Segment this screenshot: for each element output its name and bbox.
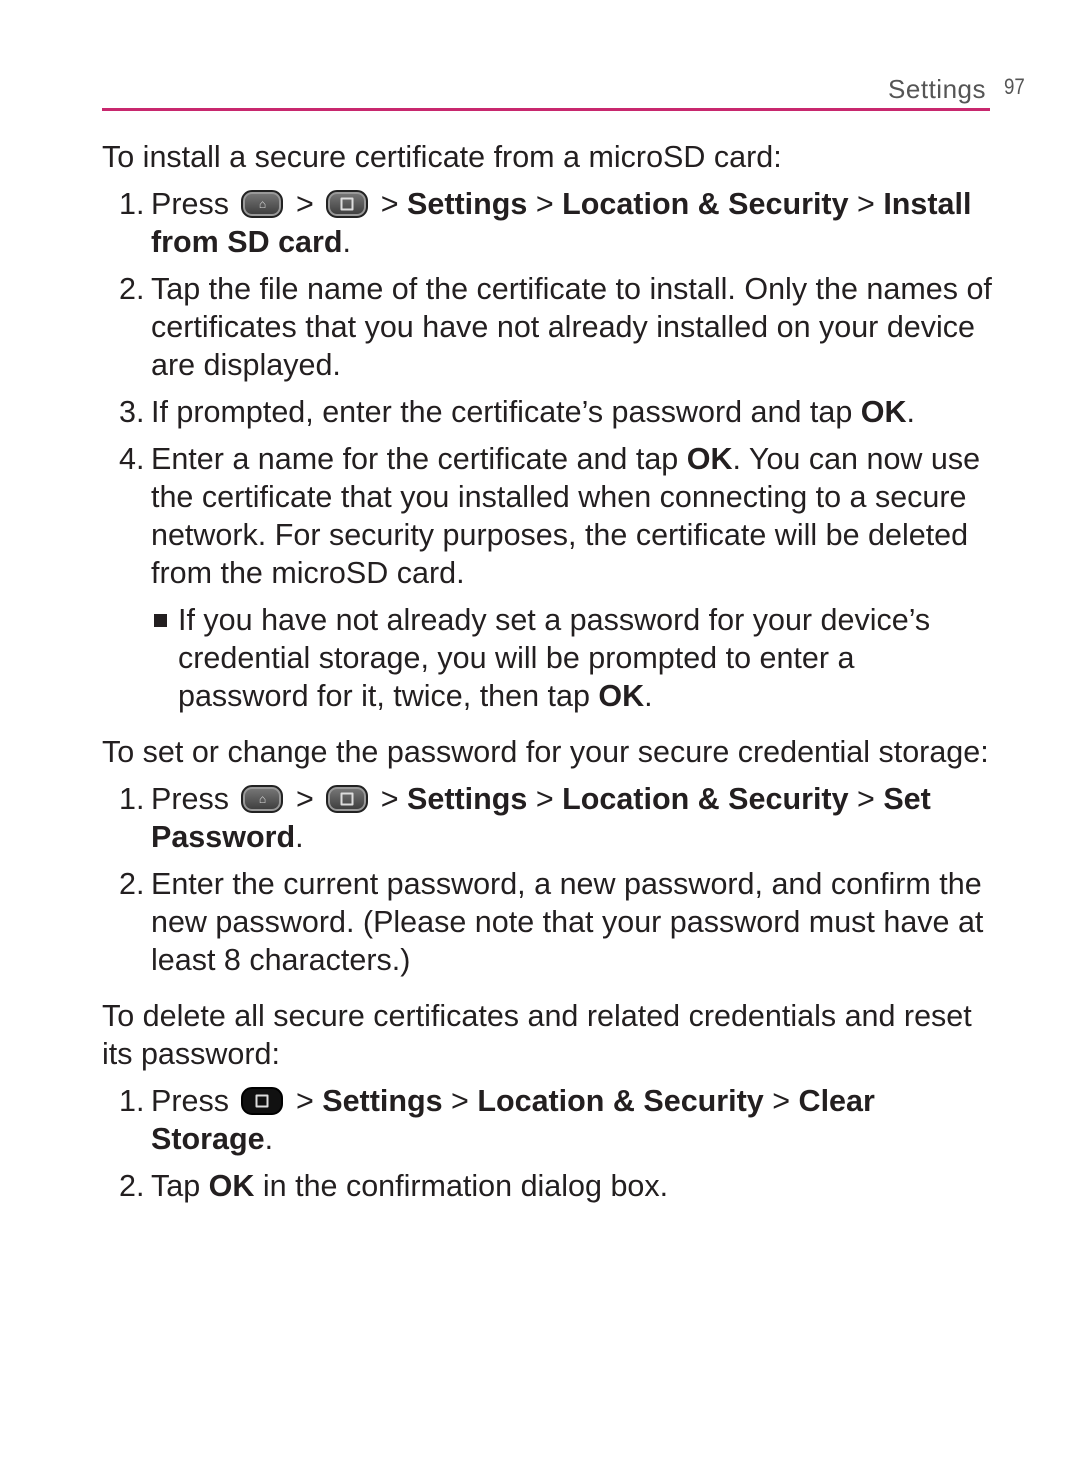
step: 2. Tap the file name of the certificate … [102,270,992,384]
ok-label: OK [686,442,733,476]
menu-key-icon [241,1087,284,1115]
path-settings: Settings [407,187,528,221]
separator: > [535,187,554,221]
page-content: To install a secure certificate from a m… [102,138,992,1214]
note: If you have not already set a password f… [102,601,992,715]
step: 1. Press ⌂ > > Settings > Location & Sec… [102,185,992,261]
step-text: Enter the current password, a new passwo… [151,867,984,977]
step-number: 4. [119,442,145,476]
separator: > [295,1084,314,1118]
menu-key-icon [326,785,369,813]
separator: > [772,1084,791,1118]
step-number: 1. [119,187,145,221]
step-text: Press [151,782,229,816]
step-number: 2. [119,1169,145,1203]
ok-label: OK [860,395,907,429]
punctuation: . [295,820,304,854]
step-number: 2. [119,272,145,306]
section-heading: To install a secure certificate from a m… [102,140,782,174]
separator: > [535,782,554,816]
path-location-security: Location & Security [477,1084,764,1118]
step: 4. Enter a name for the certificate and … [102,440,992,592]
separator: > [857,782,875,816]
punctuation: . [906,395,916,429]
separator: > [380,187,399,221]
step: 2. Tap OK in the confirmation dialog box… [102,1167,992,1205]
separator: > [295,782,314,816]
step: 3. If prompted, enter the certificate’s … [102,393,992,431]
step: 2. Enter the current password, a new pas… [102,865,992,979]
step-text: If prompted, enter the certificate’s pas… [151,395,861,429]
punctuation: . [342,225,352,259]
step-number: 2. [119,867,145,901]
note-text: If you have not already set a password f… [178,603,931,713]
menu-key-icon [326,190,369,218]
separator: > [380,782,399,816]
separator: > [857,187,875,221]
path-settings: Settings [322,1084,443,1118]
section-heading: To set or change the password for your s… [102,735,989,769]
header-title: Settings [888,74,986,104]
path-settings: Settings [407,782,528,816]
step-text: in the confirmation dialog box. [254,1169,669,1203]
step: 1. Press > Settings > Location & Securit… [102,1082,992,1158]
separator: > [295,187,314,221]
step-text: Tap the file name of the certificate to … [151,272,992,382]
page-header: Settings [102,68,990,111]
punctuation: . [264,1122,274,1156]
home-key-icon: ⌂ [241,190,284,218]
ok-label: OK [208,1169,255,1203]
bullet-square-icon [154,614,167,627]
step-number: 3. [119,395,145,429]
ok-label: OK [598,679,645,713]
step-number: 1. [119,1084,145,1118]
step-text: Tap [151,1169,209,1203]
step-text: Enter a name for the certificate and tap [151,442,687,476]
step-number: 1. [119,782,145,816]
step: 1. Press ⌂ > > Settings > Location & Sec… [102,780,992,856]
page-number: 97 [1004,74,1025,99]
section-heading: To delete all secure certificates and re… [102,999,972,1071]
step-text: Press [151,187,229,221]
home-key-icon: ⌂ [241,785,284,813]
path-location-security: Location & Security [562,187,849,221]
step-text: Press [151,1084,229,1118]
path-location-security: Location & Security [562,782,849,816]
separator: > [451,1084,469,1118]
punctuation: . [644,679,653,713]
